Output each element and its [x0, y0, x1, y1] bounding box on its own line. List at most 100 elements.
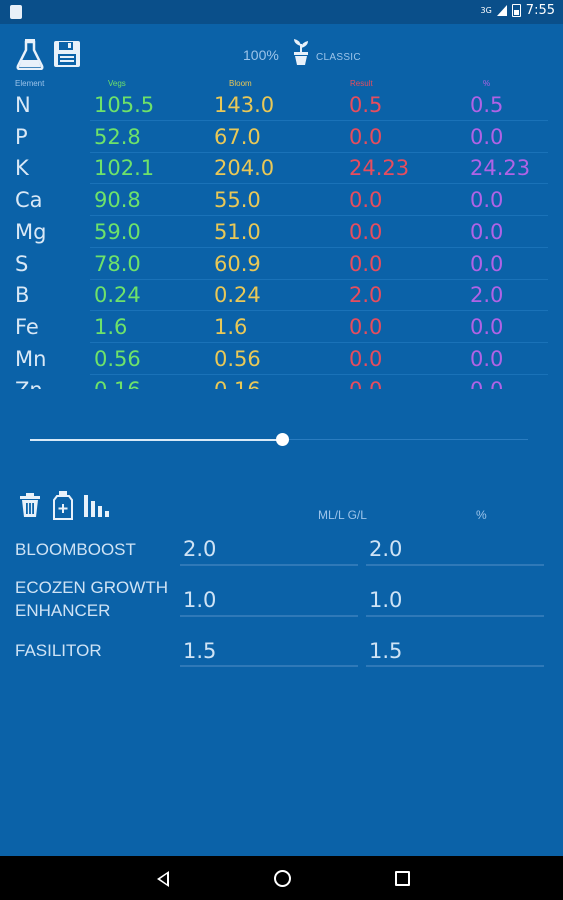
table-row: Ca 90.8 55.0 0.0 0.0 — [0, 185, 548, 217]
bloom-value: 60.9 — [214, 251, 261, 276]
element-symbol: N — [15, 93, 31, 117]
table-row: Mg 59.0 51.0 0.0 0.0 — [0, 217, 548, 248]
percent-value: 0.0 — [470, 378, 503, 389]
table-row: P 52.8 67.0 0.0 0.0 — [0, 122, 548, 153]
table-row: Mn 0.56 0.56 0.0 0.0 — [0, 344, 548, 375]
additive-percent-header: % — [476, 508, 487, 522]
percent-value: 2.0 — [470, 283, 504, 308]
element-symbol: Zn — [15, 378, 43, 389]
slider-track-remaining[interactable] — [288, 439, 528, 440]
sd-card-icon — [10, 5, 22, 19]
vegs-value: 102.1 — [94, 156, 155, 181]
element-symbol: K — [15, 156, 29, 181]
vegs-value: 52.8 — [94, 124, 141, 149]
table-row: B 0.24 0.24 2.0 2.0 — [0, 280, 548, 312]
additive-name: BLOOMBOOST — [15, 540, 136, 559]
slider-track-filled[interactable] — [30, 439, 282, 441]
network-type: 3G — [480, 6, 492, 15]
add-bottle-icon[interactable] — [52, 490, 74, 520]
recent-apps-icon[interactable] — [395, 871, 410, 886]
result-value: 0.5 — [349, 93, 383, 117]
list-item: BLOOMBOOST 2.0 2.0 — [0, 537, 563, 570]
home-icon[interactable] — [274, 870, 291, 887]
header-vegs: Vegs — [108, 79, 126, 88]
element-symbol: P — [15, 124, 28, 149]
floppy-disk-icon[interactable] — [53, 40, 81, 68]
list-item: FASILITOR 1.5 1.5 — [0, 639, 563, 671]
slider-thumb[interactable] — [276, 433, 289, 446]
mll-field[interactable]: 2.0 — [183, 537, 216, 561]
element-symbol: Fe — [15, 314, 39, 339]
mll-field-underline — [180, 615, 358, 617]
bar-chart-icon[interactable] — [83, 492, 111, 518]
mode-label[interactable]: CLASSIC — [316, 52, 361, 63]
mll-field[interactable]: 1.5 — [183, 639, 216, 663]
vegs-value: 105.5 — [94, 93, 155, 117]
vegs-value: 78.0 — [94, 251, 141, 276]
unit-header: ML/L G/L — [318, 508, 367, 522]
table-row: S 78.0 60.9 0.0 0.0 — [0, 249, 548, 280]
flask-icon[interactable] — [16, 38, 44, 70]
header-element: Element — [15, 79, 45, 88]
header-result: Result — [350, 79, 373, 88]
percent-field[interactable]: 1.5 — [369, 639, 402, 663]
mll-field-underline — [180, 564, 358, 566]
element-symbol: Mg — [15, 219, 47, 244]
result-value: 2.0 — [349, 283, 383, 308]
trash-icon[interactable] — [19, 492, 41, 518]
vegs-value: 1.6 — [94, 314, 128, 339]
signal-icon — [496, 5, 507, 16]
list-item: ECOZEN GROWTH ENHANCER 1.0 1.0 — [0, 576, 563, 626]
bloom-value: 204.0 — [214, 156, 275, 181]
bloom-value: 143.0 — [214, 93, 275, 117]
bloom-value: 51.0 — [214, 219, 261, 244]
bloom-value: 1.6 — [214, 314, 248, 339]
additive-name: ECOZEN GROWTH ENHANCER — [15, 578, 168, 620]
result-value: 0.0 — [349, 314, 383, 339]
percent-field-underline — [366, 564, 544, 566]
percent-value: 0.0 — [470, 124, 504, 149]
mll-field[interactable]: 1.0 — [183, 588, 216, 612]
vegs-value: 59.0 — [94, 219, 141, 244]
table-row: K 102.1 204.0 24.23 24.23 — [0, 153, 548, 185]
vegs-value: 0.16 — [94, 378, 141, 389]
bloom-value: 0.56 — [214, 346, 261, 371]
bloom-value: 0.16 — [214, 378, 261, 389]
result-value: 0.0 — [349, 378, 382, 389]
percent-field[interactable]: 2.0 — [369, 537, 402, 561]
vegs-value: 0.56 — [94, 346, 141, 371]
table-row: N 105.5 143.0 0.5 0.5 — [0, 90, 548, 121]
vegs-value: 0.24 — [94, 283, 141, 308]
result-value: 0.0 — [349, 124, 383, 149]
percent-value: 0.0 — [470, 219, 504, 244]
element-symbol: Mn — [15, 346, 47, 371]
percent-field[interactable]: 1.0 — [369, 588, 402, 612]
back-icon[interactable] — [157, 871, 169, 887]
element-symbol: S — [15, 251, 29, 276]
bloom-value: 67.0 — [214, 124, 261, 149]
header-bloom: Bloom — [229, 79, 252, 88]
strength-percent[interactable]: 100% — [243, 47, 279, 63]
percent-value: 0.0 — [470, 188, 504, 213]
result-value: 24.23 — [349, 156, 410, 181]
clock: 7:55 — [525, 3, 555, 18]
percent-value: 0.0 — [470, 346, 504, 371]
result-value: 0.0 — [349, 251, 383, 276]
percent-value: 24.23 — [470, 156, 531, 181]
table-row: Fe 1.6 1.6 0.0 0.0 — [0, 312, 548, 343]
result-value: 0.0 — [349, 188, 383, 213]
percent-value: 0.0 — [470, 314, 504, 339]
plant-pot-icon[interactable] — [291, 38, 311, 66]
bloom-value: 0.24 — [214, 283, 261, 308]
percent-value: 0.5 — [470, 93, 504, 117]
additive-name: FASILITOR — [15, 641, 102, 660]
nutrient-table[interactable]: N 105.5 143.0 0.5 0.5 P 52.8 67.0 0.0 0.… — [0, 90, 563, 389]
percent-field-underline — [366, 615, 544, 617]
percent-value: 0.0 — [470, 251, 504, 276]
element-symbol: Ca — [15, 188, 43, 213]
table-row: Zn 0.16 0.16 0.0 0.0 — [0, 375, 548, 389]
result-value: 0.0 — [349, 346, 383, 371]
status-bar: 3G 7:55 — [0, 0, 563, 24]
header-percent: % — [483, 79, 491, 88]
vegs-value: 90.8 — [94, 188, 141, 213]
